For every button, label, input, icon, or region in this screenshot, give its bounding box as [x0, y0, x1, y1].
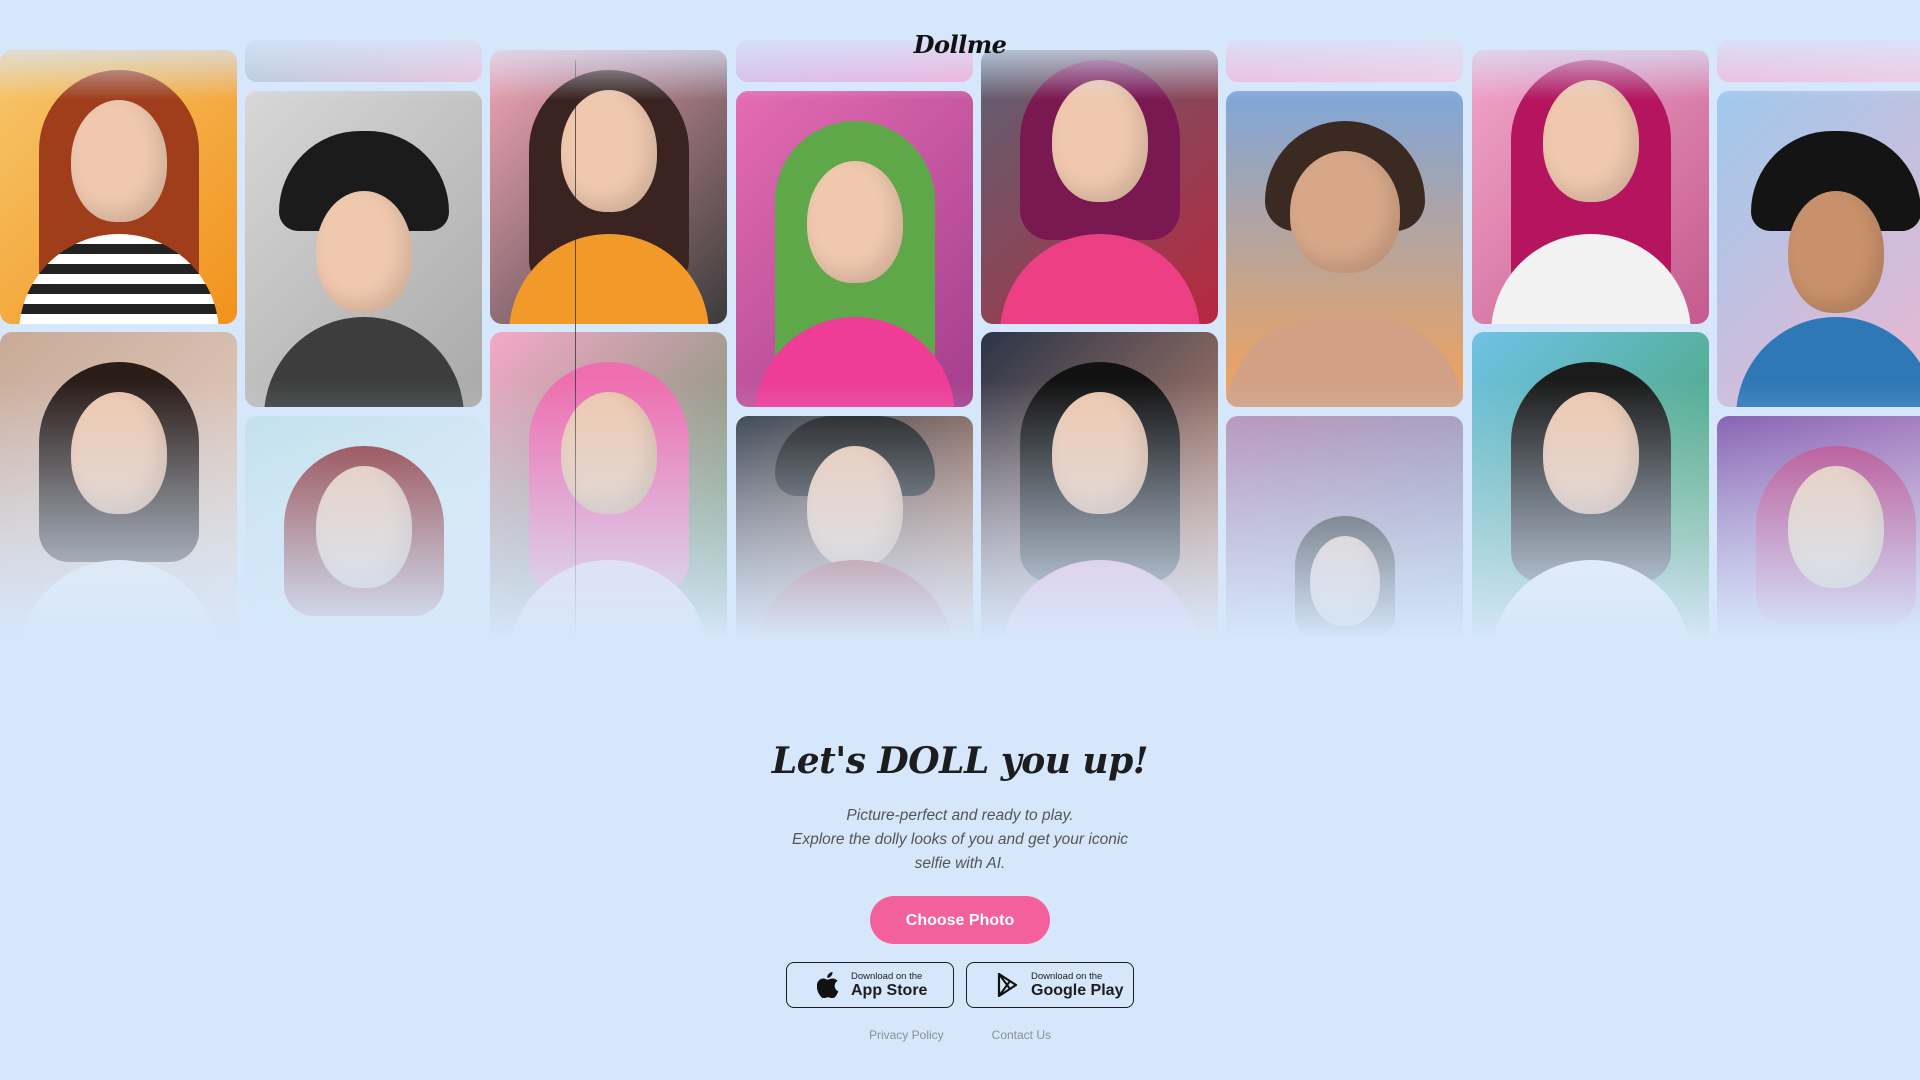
- apple-icon: [817, 972, 839, 998]
- gallery-photo: [245, 91, 482, 407]
- gallery-photo: [981, 332, 1218, 650]
- gallery-photo: [1472, 332, 1709, 650]
- gallery-column-3: [490, 0, 727, 650]
- gallery-photo: [0, 50, 237, 324]
- gallery-photo: [981, 50, 1218, 324]
- gallery-photo: [490, 332, 727, 650]
- subtitle-line: selfie with AI.: [914, 855, 1006, 872]
- photo-gallery: [0, 0, 1920, 650]
- subtitle: Picture-perfect and ready to play. Explo…: [0, 804, 1920, 876]
- privacy-policy-link[interactable]: Privacy Policy: [869, 1028, 944, 1042]
- compare-divider: [575, 60, 576, 640]
- gallery-photo: [490, 50, 727, 324]
- gallery-column-2: [245, 0, 482, 650]
- subtitle-line: Explore the dolly looks of you and get y…: [791, 831, 1129, 848]
- gallery-photo: [1226, 91, 1463, 407]
- store-small-label: Download on the: [1031, 970, 1103, 982]
- gallery-photo: [1472, 50, 1709, 324]
- google-play-button[interactable]: Download on the Google Play: [966, 962, 1134, 1008]
- gallery-column-8: [1717, 0, 1920, 650]
- gallery-photo: [245, 416, 482, 650]
- gallery-photo: [1717, 416, 1920, 650]
- store-buttons: Download on the App Store Download on th…: [0, 962, 1920, 1008]
- headline: Let's DOLL you up!: [771, 740, 1149, 782]
- gallery-photo: [736, 91, 973, 407]
- store-big-label: App Store: [851, 981, 928, 999]
- gallery-photo: [0, 332, 237, 650]
- logo[interactable]: Dollme: [0, 30, 1920, 59]
- gallery-column-1: [0, 0, 237, 650]
- store-small-label: Download on the: [851, 970, 923, 982]
- app-store-button[interactable]: Download on the App Store: [786, 962, 954, 1008]
- gallery-column-4: [736, 0, 973, 650]
- gallery-column-7: [1472, 0, 1709, 650]
- subtitle-line: Picture-perfect and ready to play.: [846, 807, 1074, 824]
- footer-links: Privacy Policy Contact Us: [0, 1028, 1920, 1042]
- gallery-column-6: [1226, 0, 1463, 650]
- contact-us-link[interactable]: Contact Us: [992, 1028, 1051, 1042]
- gallery-column-5: [981, 0, 1218, 650]
- hero-section: Let's DOLL you up! Picture-perfect and r…: [0, 740, 1920, 1042]
- google-play-icon: [997, 973, 1018, 997]
- choose-photo-button[interactable]: Choose Photo: [870, 896, 1050, 944]
- gallery-photo: [1226, 416, 1463, 650]
- gallery-photo: [736, 416, 973, 650]
- store-big-label: Google Play: [1031, 981, 1124, 999]
- gallery-photo: [1717, 91, 1920, 407]
